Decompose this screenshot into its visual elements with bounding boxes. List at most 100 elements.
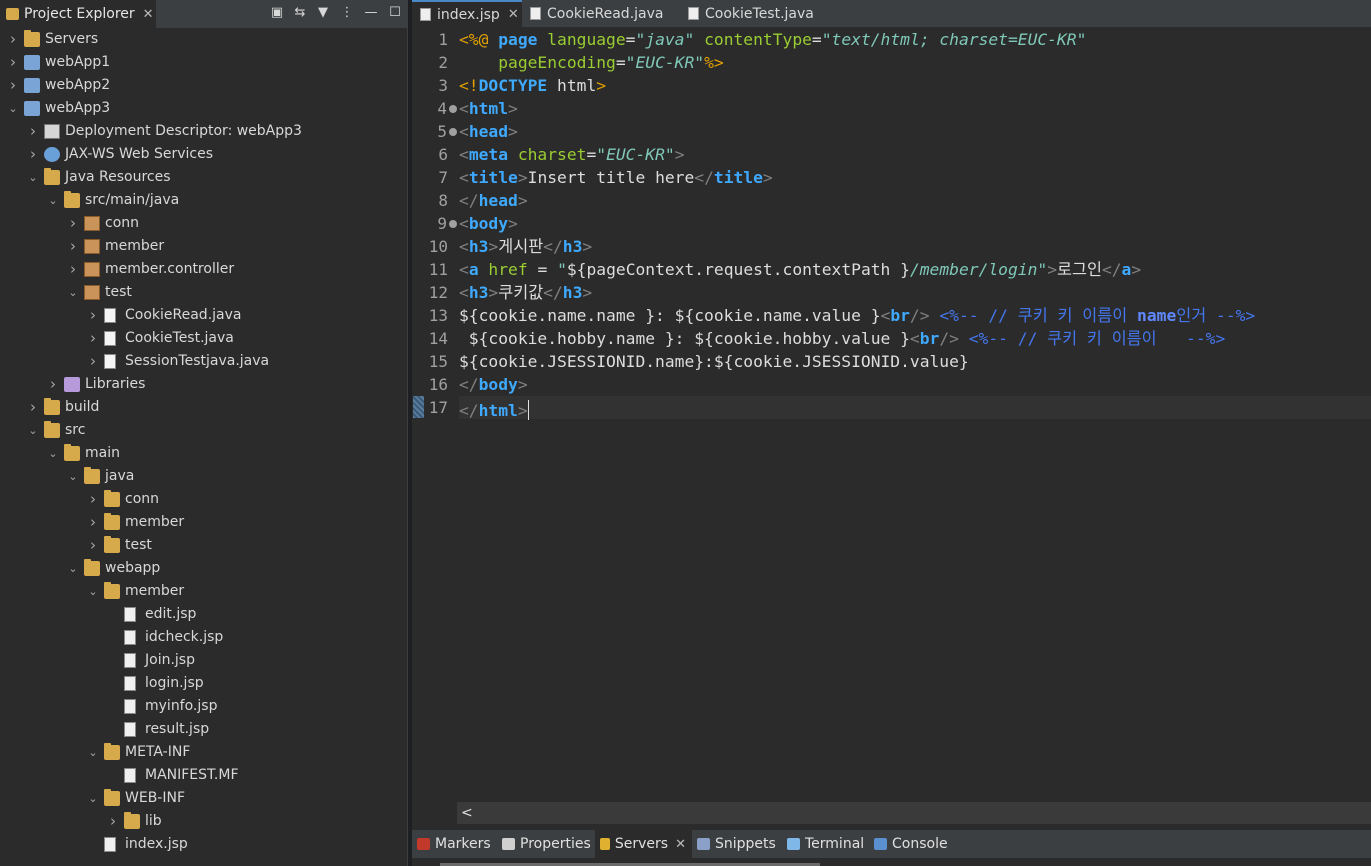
chevron-down-icon[interactable]: ⌄ — [66, 465, 80, 488]
tree-item[interactable]: › Libraries — [0, 373, 407, 396]
tree-item[interactable]: › conn — [0, 212, 407, 235]
tree-item[interactable]: ⌄ Java Resources — [0, 166, 407, 189]
chevron-down-icon[interactable]: ⌄ — [66, 281, 80, 304]
tree-item[interactable]: idcheck.jsp — [0, 626, 407, 649]
tab-console[interactable]: Console — [869, 830, 959, 858]
chevron-right-icon[interactable]: › — [66, 235, 80, 258]
chevron-right-icon[interactable]: › — [86, 488, 100, 511]
tree-item[interactable]: › build — [0, 396, 407, 419]
tab-servers[interactable]: Servers ✕ — [595, 830, 692, 858]
tree-item-label: idcheck.jsp — [145, 629, 224, 645]
minimize-icon[interactable]: — — [362, 4, 380, 22]
view-menu-icon[interactable]: ⋮ — [338, 4, 356, 22]
tree-item[interactable]: ⌄ webApp3 — [0, 97, 407, 120]
chevron-down-icon[interactable]: ⌄ — [86, 787, 100, 810]
tree-item[interactable]: › member — [0, 235, 407, 258]
code-token: = — [625, 30, 636, 49]
tree-item[interactable]: › Deployment Descriptor: webApp3 — [0, 120, 407, 143]
line-number-gutter: 1 2 3 4 5 6 7 8 9 10 11 12 13 14 15 16 17 — [412, 28, 458, 826]
tree-item[interactable]: ⌄ META-INF — [0, 741, 407, 764]
project-tree[interactable]: › Servers › webApp1 › webApp2 ⌄ webApp3 › Deploym… — [0, 28, 407, 856]
close-icon[interactable]: ✕ — [143, 7, 154, 22]
chevron-right-icon[interactable]: › — [6, 51, 20, 74]
link-with-editor-icon[interactable]: ⇆ — [291, 4, 309, 22]
tree-item[interactable]: ⌄ test — [0, 281, 407, 304]
code-editor[interactable]: <%@ page language="java" contentType="te… — [459, 28, 1371, 798]
tree-item[interactable]: ⌄ main — [0, 442, 407, 465]
chevron-right-icon[interactable]: › — [86, 350, 100, 373]
horizontal-scrollbar[interactable]: < — [457, 802, 1371, 824]
code-token: < — [909, 329, 920, 348]
tree-item[interactable]: › lib — [0, 810, 407, 833]
tree-item[interactable]: › conn — [0, 488, 407, 511]
code-token: </ — [543, 283, 563, 302]
tree-item[interactable]: › Servers — [0, 28, 407, 51]
chevron-down-icon[interactable]: ⌄ — [6, 97, 20, 120]
chevron-right-icon[interactable]: › — [66, 258, 80, 281]
chevron-right-icon[interactable]: › — [86, 327, 100, 350]
tree-item[interactable]: › CookieRead.java — [0, 304, 407, 327]
tree-item[interactable]: › webApp1 — [0, 51, 407, 74]
tree-item-label: member — [125, 514, 185, 530]
chevron-right-icon[interactable]: › — [26, 120, 40, 143]
folder-icon — [44, 398, 60, 415]
tree-item[interactable]: ⌄ java — [0, 465, 407, 488]
tree-item[interactable]: › member.controller — [0, 258, 407, 281]
editor-tab[interactable]: CookieTest.java — [680, 0, 830, 27]
tree-item[interactable]: result.jsp — [0, 718, 407, 741]
chevron-right-icon[interactable]: › — [6, 74, 20, 97]
chevron-right-icon[interactable]: › — [26, 143, 40, 166]
chevron-down-icon[interactable]: ⌄ — [66, 557, 80, 580]
chevron-right-icon[interactable]: › — [106, 810, 120, 833]
chevron-right-icon[interactable]: › — [66, 212, 80, 235]
tree-item[interactable]: ⌄ WEB-INF — [0, 787, 407, 810]
fold-toggle-icon[interactable] — [449, 220, 457, 228]
collapse-all-icon[interactable]: ▣ — [268, 4, 286, 22]
tab-properties[interactable]: Properties — [497, 830, 595, 858]
tree-item[interactable]: › webApp2 — [0, 74, 407, 97]
editor-tab[interactable]: CookieRead.java — [522, 0, 680, 27]
tree-item[interactable]: ⌄ src/main/java — [0, 189, 407, 212]
tree-item[interactable]: MANIFEST.MF — [0, 764, 407, 787]
chevron-down-icon[interactable]: ⌄ — [26, 166, 40, 189]
tree-item[interactable]: Join.jsp — [0, 649, 407, 672]
chevron-down-icon[interactable]: ⌄ — [46, 189, 60, 212]
scroll-left-icon[interactable]: < — [461, 802, 473, 824]
chevron-right-icon[interactable]: › — [26, 396, 40, 419]
chevron-down-icon[interactable]: ⌄ — [46, 442, 60, 465]
tree-item[interactable]: myinfo.jsp — [0, 695, 407, 718]
chevron-right-icon[interactable]: › — [86, 304, 100, 327]
tab-project-explorer[interactable]: Project Explorer ✕ — [0, 0, 156, 28]
line-number: 11 — [428, 260, 448, 279]
tree-item[interactable]: ⌄ webapp — [0, 557, 407, 580]
fold-toggle-icon[interactable] — [449, 105, 457, 113]
tab-markers[interactable]: Markers — [412, 830, 497, 858]
fold-toggle-icon[interactable] — [449, 128, 457, 136]
close-icon[interactable]: ✕ — [508, 7, 519, 22]
tree-item[interactable]: › member — [0, 511, 407, 534]
tree-item[interactable]: › JAX-WS Web Services — [0, 143, 407, 166]
tree-item[interactable]: login.jsp — [0, 672, 407, 695]
chevron-down-icon[interactable]: ⌄ — [86, 741, 100, 764]
tree-item[interactable]: ⌄ member — [0, 580, 407, 603]
chevron-down-icon[interactable]: ⌄ — [26, 419, 40, 442]
close-icon[interactable]: ✕ — [675, 837, 686, 852]
code-token: body — [468, 214, 509, 233]
filter-icon[interactable]: ▼ — [314, 4, 332, 22]
chevron-down-icon[interactable]: ⌄ — [86, 580, 100, 603]
current-line-marker — [413, 396, 424, 418]
tree-item[interactable]: › CookieTest.java — [0, 327, 407, 350]
chevron-right-icon[interactable]: › — [46, 373, 60, 396]
tab-snippets[interactable]: Snippets — [692, 830, 782, 858]
tab-terminal[interactable]: Terminal — [782, 830, 869, 858]
chevron-right-icon[interactable]: › — [86, 511, 100, 534]
tree-item[interactable]: index.jsp — [0, 833, 407, 856]
tree-item[interactable]: › test — [0, 534, 407, 557]
chevron-right-icon[interactable]: › — [86, 534, 100, 557]
maximize-icon[interactable]: ☐ — [386, 4, 404, 22]
chevron-right-icon[interactable]: › — [6, 28, 20, 51]
editor-tab[interactable]: index.jsp ✕ — [412, 0, 522, 27]
tree-item[interactable]: edit.jsp — [0, 603, 407, 626]
tree-item[interactable]: ⌄ src — [0, 419, 407, 442]
tree-item[interactable]: › SessionTestjava.java — [0, 350, 407, 373]
